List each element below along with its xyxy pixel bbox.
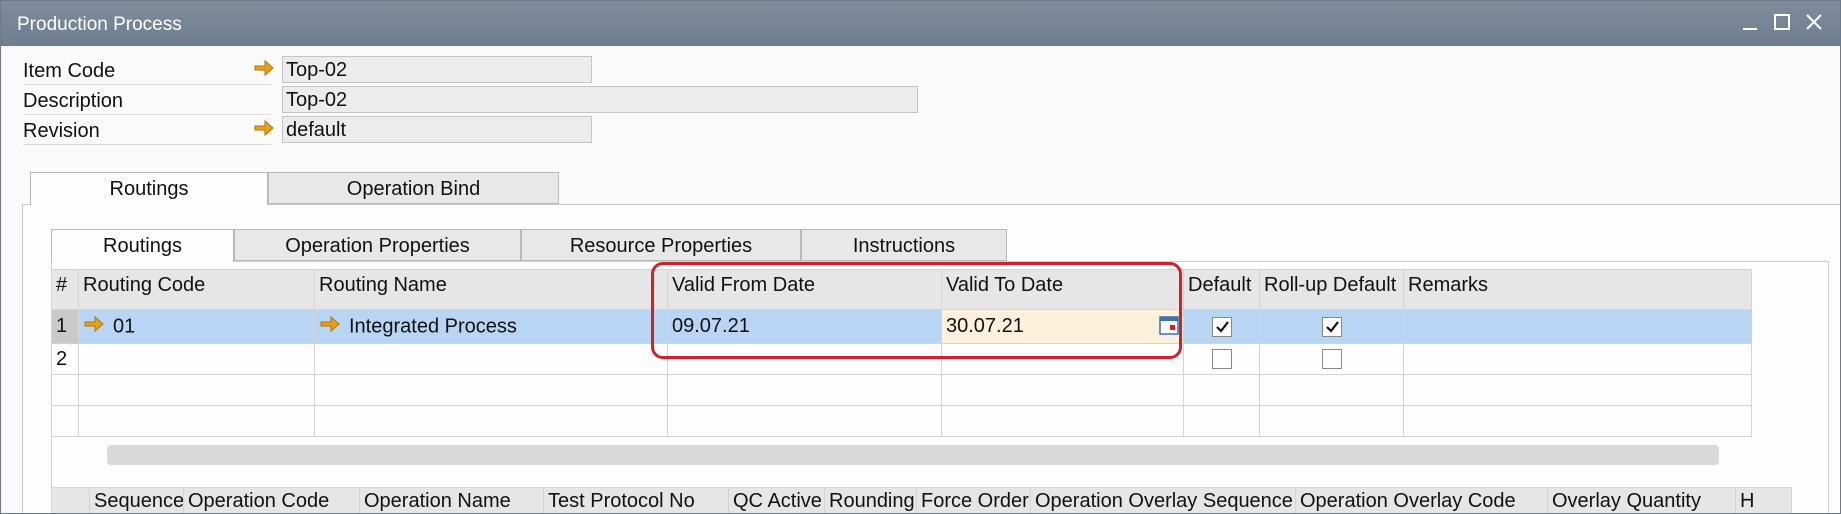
rollup-default-checkbox[interactable] xyxy=(1321,316,1342,337)
column-header[interactable]: Roll-up Default xyxy=(1259,269,1404,310)
column-header[interactable]: H xyxy=(1735,487,1792,513)
routing-name-value: Integrated Process xyxy=(349,314,517,337)
rollup-default-cell xyxy=(1259,309,1404,344)
subtab-instructions[interactable]: Instructions xyxy=(801,229,1007,261)
column-header[interactable]: Routing Code xyxy=(78,269,315,310)
column-header[interactable] xyxy=(51,487,90,513)
row-number[interactable] xyxy=(51,374,79,406)
date-columns-highlight xyxy=(651,262,1182,359)
routing-name-cell[interactable] xyxy=(314,343,668,375)
default-checkbox[interactable] xyxy=(1211,316,1232,337)
default-cell xyxy=(1183,309,1260,344)
routing-code-cell[interactable] xyxy=(78,374,315,406)
operation-grid: Sequence Operation Code Operation Name T… xyxy=(51,487,1792,513)
maximize-icon[interactable] xyxy=(1769,9,1795,35)
rollup-default-cell xyxy=(1259,343,1404,375)
column-header[interactable]: Rounding xyxy=(824,487,917,513)
column-header[interactable]: Operation Name xyxy=(359,487,544,513)
valid-to-date-cell[interactable] xyxy=(941,405,1184,437)
column-header[interactable]: # xyxy=(51,269,79,310)
remarks-cell[interactable] xyxy=(1403,374,1752,406)
valid-from-date-cell[interactable] xyxy=(667,405,942,437)
default-checkbox[interactable] xyxy=(1211,349,1232,370)
rollup-default-cell[interactable] xyxy=(1259,405,1404,437)
operation-grid-header: Sequence Operation Code Operation Name T… xyxy=(51,487,1792,513)
window-title: Production Process xyxy=(17,14,182,35)
production-process-window: Production Process Item Code Top-02 Desc… xyxy=(0,0,1841,514)
table-row[interactable] xyxy=(51,405,1752,437)
tab-routings[interactable]: Routings xyxy=(30,172,268,205)
default-cell xyxy=(1183,343,1260,375)
column-header[interactable]: Routing Name xyxy=(314,269,668,310)
column-header[interactable]: Operation Overlay Code xyxy=(1295,487,1548,513)
item-code-link-arrow-icon[interactable] xyxy=(253,58,275,83)
subtab-operation-properties[interactable]: Operation Properties xyxy=(234,229,521,261)
default-cell[interactable] xyxy=(1183,405,1260,437)
routing-code-link-arrow-icon[interactable] xyxy=(83,314,105,340)
valid-from-date-cell[interactable] xyxy=(667,374,942,406)
row-number[interactable] xyxy=(51,405,79,437)
routing-name-link-arrow-icon[interactable] xyxy=(319,314,341,340)
routing-code-cell[interactable] xyxy=(78,343,315,375)
row-number[interactable]: 1 xyxy=(51,309,79,344)
column-header[interactable]: Default xyxy=(1183,269,1260,310)
routing-code-cell[interactable] xyxy=(78,405,315,437)
description-field[interactable]: Top-02 xyxy=(282,86,918,113)
column-header[interactable]: Operation Code xyxy=(183,487,360,513)
revision-field[interactable]: default xyxy=(282,116,592,143)
subtab-resource-properties[interactable]: Resource Properties xyxy=(521,229,801,261)
rollup-default-cell[interactable] xyxy=(1259,374,1404,406)
row-number[interactable]: 2 xyxy=(51,343,79,375)
default-cell[interactable] xyxy=(1183,374,1260,406)
column-header[interactable]: Operation Overlay Sequence xyxy=(1030,487,1296,513)
remarks-cell[interactable] xyxy=(1403,309,1752,344)
valid-to-date-cell[interactable] xyxy=(941,374,1184,406)
column-header[interactable]: Test Protocol No xyxy=(543,487,729,513)
revision-link-arrow-icon[interactable] xyxy=(253,118,275,143)
item-code-field[interactable]: Top-02 xyxy=(282,56,592,83)
routing-code-cell[interactable]: 01 xyxy=(78,309,315,344)
revision-label: Revision xyxy=(23,118,271,145)
minimize-icon[interactable] xyxy=(1737,9,1763,35)
table-row[interactable] xyxy=(51,374,1752,406)
horizontal-scrollbar[interactable] xyxy=(107,445,1719,465)
title-bar: Production Process xyxy=(1,1,1840,46)
routing-code-value: 01 xyxy=(113,314,136,337)
rollup-default-checkbox[interactable] xyxy=(1321,349,1342,370)
column-header[interactable]: Sequence xyxy=(89,487,184,513)
remarks-cell[interactable] xyxy=(1403,405,1752,437)
subtab-routings[interactable]: Routings xyxy=(51,229,234,262)
tab-operation-bind[interactable]: Operation Bind xyxy=(268,172,559,204)
remarks-cell[interactable] xyxy=(1403,343,1752,375)
routing-name-cell[interactable] xyxy=(314,374,668,406)
routing-name-cell[interactable] xyxy=(314,405,668,437)
routing-name-cell[interactable]: Integrated Process xyxy=(314,309,668,344)
column-header[interactable]: QC Active xyxy=(728,487,825,513)
column-header[interactable]: Force Order xyxy=(916,487,1031,513)
column-header[interactable]: Remarks xyxy=(1403,269,1752,310)
description-label: Description xyxy=(23,88,271,115)
close-icon[interactable] xyxy=(1801,9,1827,35)
column-header[interactable]: Overlay Quantity xyxy=(1547,487,1736,513)
item-code-label: Item Code xyxy=(23,58,271,85)
